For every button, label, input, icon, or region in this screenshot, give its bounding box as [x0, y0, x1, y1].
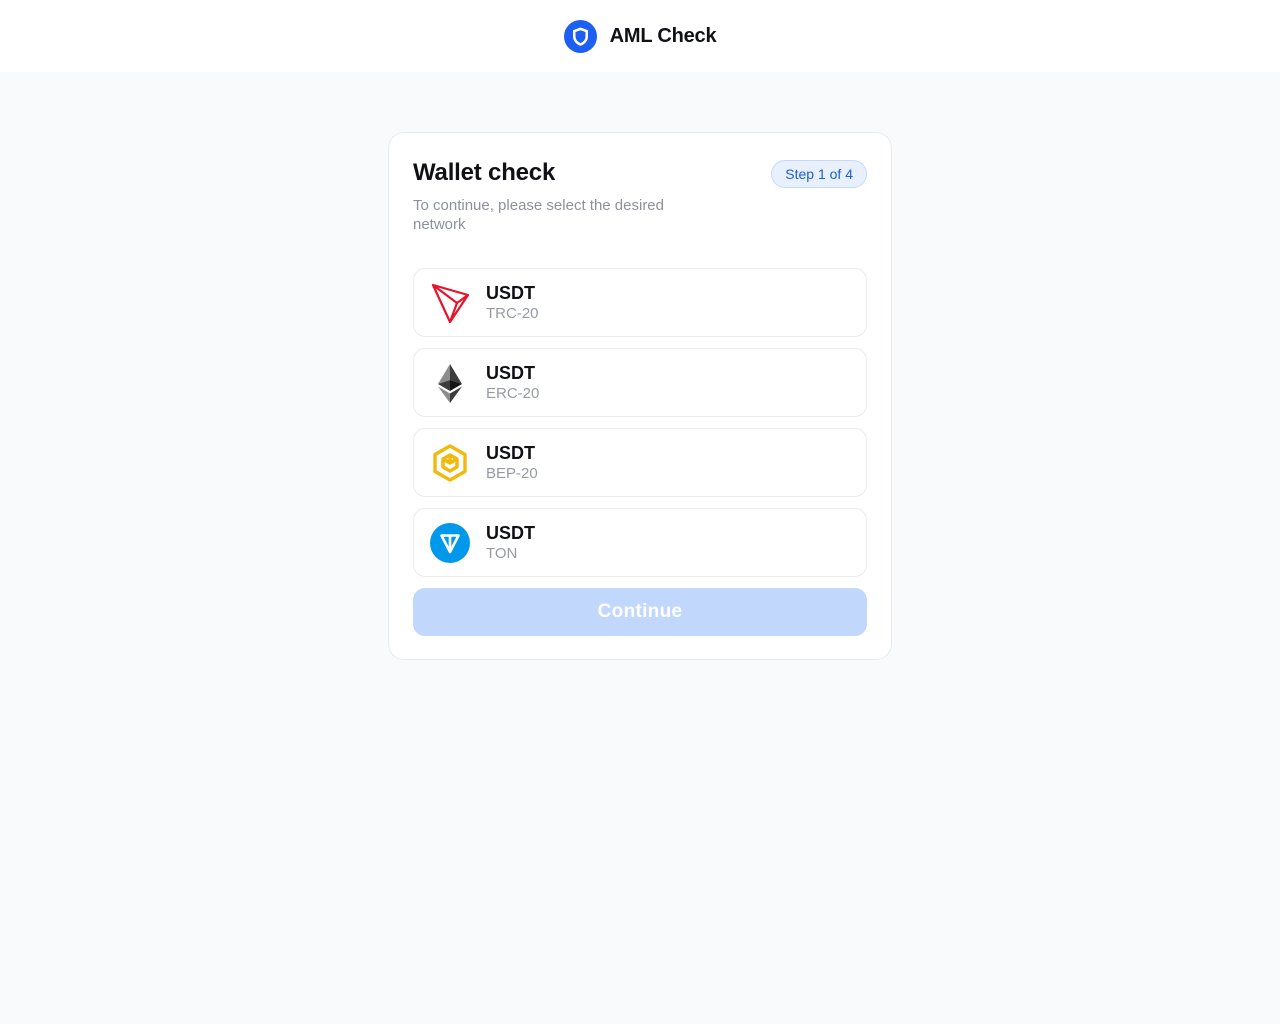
network-token: USDT — [486, 362, 535, 383]
network-standard: TON — [486, 544, 518, 562]
wallet-check-card: Wallet check Step 1 of 4 To continue, pl… — [388, 132, 892, 660]
network-option-erc20[interactable]: USDT ERC-20 — [413, 348, 867, 417]
app-header: AML Check — [0, 0, 1280, 72]
network-token: USDT — [486, 522, 535, 543]
ton-icon — [430, 522, 470, 563]
network-text: USDT BEP-20 — [486, 442, 538, 484]
shield-icon — [563, 19, 597, 53]
ethereum-icon — [430, 363, 470, 403]
card-subtitle: To continue, please select the desired n… — [413, 197, 664, 233]
step-badge: Step 1 of 4 — [771, 160, 867, 188]
network-text: USDT TRC-20 — [486, 282, 539, 324]
network-token: USDT — [486, 282, 535, 303]
network-option-bep20[interactable]: USDT BEP-20 — [413, 428, 867, 497]
continue-button[interactable]: Continue — [413, 588, 867, 636]
network-list: USDT TRC-20 USDT ERC-20 USDT BEP-20 USDT… — [413, 268, 867, 577]
network-text: USDT ERC-20 — [486, 362, 539, 404]
network-standard: TRC-20 — [486, 304, 539, 322]
network-token: USDT — [486, 442, 535, 463]
brand-name: AML Check — [609, 24, 717, 47]
network-option-trc20[interactable]: USDT TRC-20 — [413, 268, 867, 337]
tron-icon — [430, 283, 470, 323]
network-option-ton[interactable]: USDT TON — [413, 508, 867, 577]
card-title: Wallet check — [413, 159, 556, 186]
card-header: Wallet check Step 1 of 4 — [413, 158, 867, 188]
network-standard: BEP-20 — [486, 464, 538, 482]
bnb-icon — [430, 443, 470, 483]
network-standard: ERC-20 — [486, 384, 540, 402]
network-text: USDT TON — [486, 522, 535, 564]
